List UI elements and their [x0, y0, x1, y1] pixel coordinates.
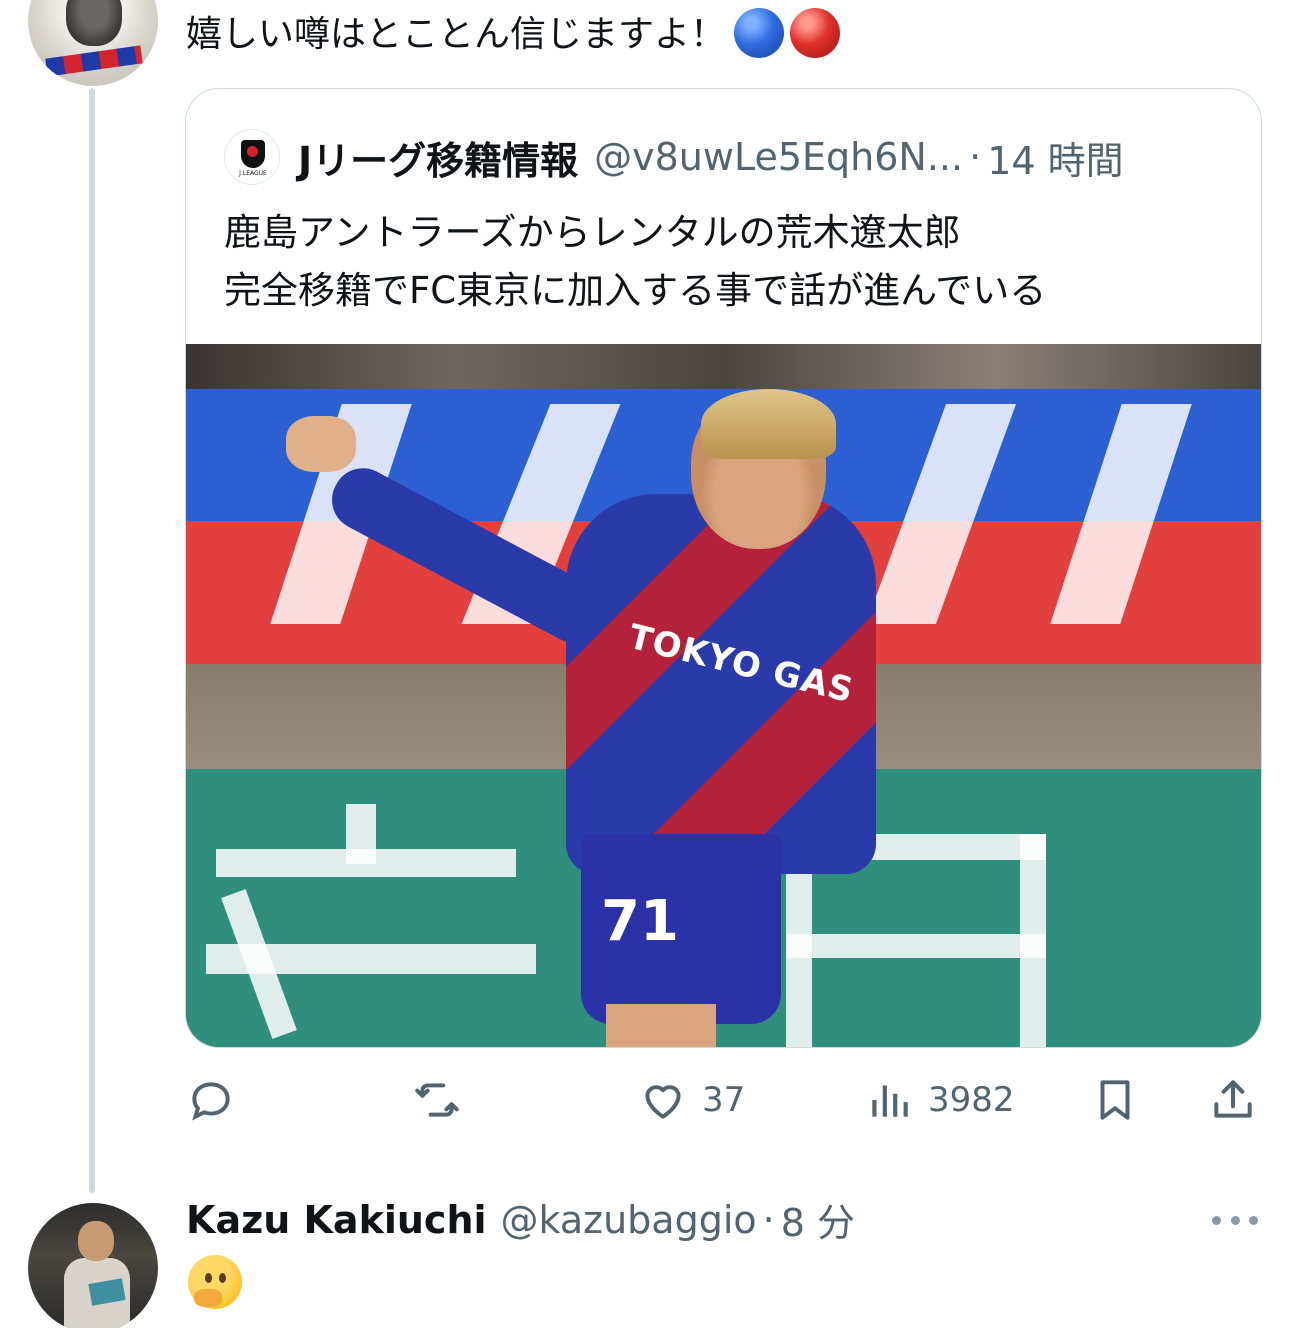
avatar[interactable] [28, 1203, 158, 1328]
reply-tweet-time[interactable]: 8 分 [781, 1192, 855, 1247]
tweet-text: 嬉しい噂はとことん信じますよ！ [186, 8, 841, 60]
tweet-text-content: 嬉しい噂はとことん信じますよ！ [186, 14, 727, 55]
timeline: 嬉しい噂はとことん信じますよ！ J.LEAGUE Jリーグ移籍情報 @v8uwL… [0, 0, 1290, 1328]
thread-line [89, 88, 95, 1193]
view-count: 3982 [928, 1080, 1015, 1120]
quoted-tweet-photo[interactable]: TOKYO GAS 71 [186, 344, 1261, 1047]
share-icon [1214, 1080, 1252, 1118]
quoted-tweet-header: J.LEAGUE Jリーグ移籍情報 @v8uwLe5Eqh6N... · 14 … [224, 127, 1124, 187]
quoted-tweet-time: 14 時間 [987, 138, 1124, 183]
reply-account-handle[interactable]: @kazubaggio [501, 1198, 757, 1242]
reply-icon [192, 1082, 230, 1121]
separator-dot: · [969, 135, 982, 179]
quoted-text-line: 完全移籍でFC東京に加入する事で話が進んでいる [224, 269, 1047, 312]
retweet-icon [415, 1083, 459, 1117]
bookmark-icon [1100, 1080, 1130, 1120]
views-button[interactable]: 3982 [864, 1068, 1015, 1132]
avatar[interactable] [28, 0, 158, 86]
views-chart-icon [872, 1085, 908, 1117]
quoted-account-name: Jリーグ移籍情報 [298, 138, 579, 183]
shirt-number: 71 [601, 889, 679, 954]
thinking-face-emoji [188, 1255, 242, 1309]
tweet-actions: 37 3982 [186, 1068, 1262, 1132]
reply-account-name[interactable]: Kazu Kakiuchi [186, 1198, 487, 1242]
heart-icon [645, 1085, 681, 1119]
blue-circle-emoji [734, 8, 785, 58]
red-circle-emoji [790, 8, 841, 58]
jleague-logo-icon: J.LEAGUE [224, 129, 280, 185]
reply-tweet-header: Kazu Kakiuchi @kazubaggio · 8 分 [186, 1192, 855, 1247]
share-button[interactable] [1208, 1068, 1258, 1132]
retweet-button[interactable] [412, 1068, 462, 1132]
reply-button[interactable] [186, 1068, 236, 1132]
separator-dot: · [762, 1197, 775, 1242]
quoted-text-line: 鹿島アントラーズからレンタルの荒木遼太郎 [224, 211, 961, 254]
quoted-account-handle: @v8uwLe5Eqh6N... [594, 135, 964, 179]
like-count: 37 [702, 1080, 746, 1120]
like-button[interactable]: 37 [638, 1068, 745, 1132]
more-options-icon[interactable] [1212, 1205, 1258, 1235]
quoted-tweet-text: 鹿島アントラーズからレンタルの荒木遼太郎 完全移籍でFC東京に加入する事で話が進… [224, 204, 1046, 320]
quoted-tweet-card[interactable]: J.LEAGUE Jリーグ移籍情報 @v8uwLe5Eqh6N... · 14 … [185, 88, 1262, 1048]
bookmark-button[interactable] [1090, 1068, 1140, 1132]
